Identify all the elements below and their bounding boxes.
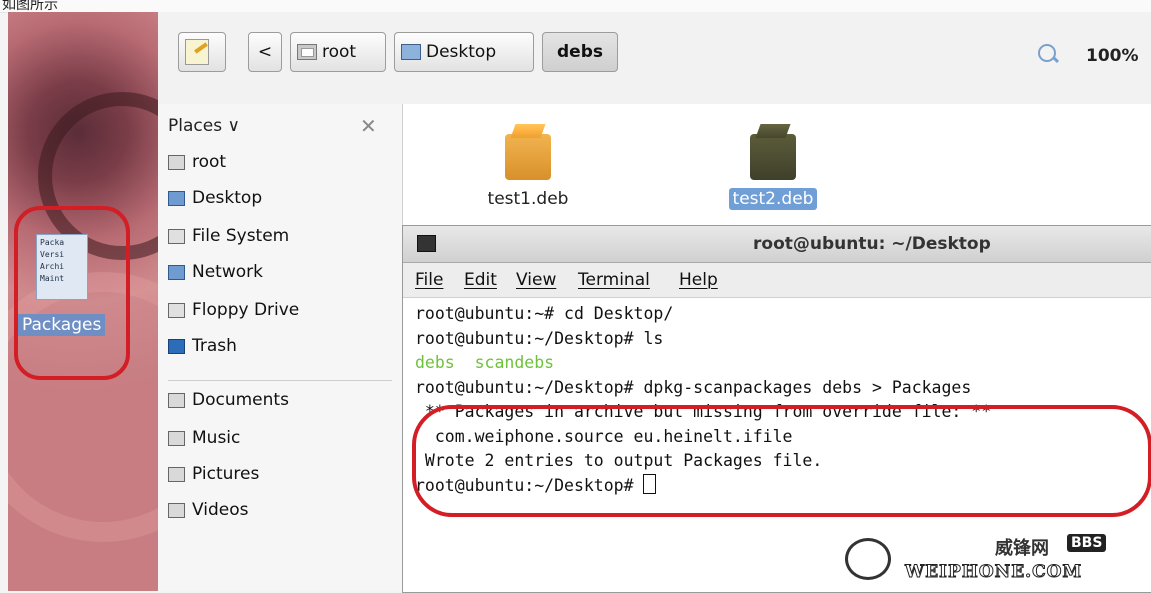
- breadcrumb-root[interactable]: root: [290, 32, 386, 72]
- sidebar-item-videos[interactable]: Videos: [168, 500, 249, 520]
- places-header[interactable]: Places ∨: [168, 116, 240, 136]
- sidebar-item-documents[interactable]: Documents: [168, 390, 289, 410]
- menu-terminal[interactable]: Terminal: [578, 270, 650, 290]
- watermark-bbs: BBS: [1067, 534, 1107, 552]
- terminal-titlebar[interactable]: root@ubuntu: ~/Desktop: [403, 226, 1151, 263]
- sidebar-item-file-system[interactable]: File System: [168, 226, 289, 246]
- menu-view[interactable]: View: [516, 270, 556, 290]
- sidebar-item-desktop[interactable]: Desktop: [168, 188, 262, 208]
- terminal-line: root@ubuntu:~/Desktop# dpkg-scanpackages…: [415, 377, 972, 397]
- terminal-menubar: File Edit View Terminal Help: [403, 263, 1151, 298]
- zoom-level[interactable]: 100%: [1086, 46, 1139, 66]
- sidebar-item-label: Network: [192, 262, 263, 282]
- folder-icon: [168, 430, 185, 446]
- edit-icon: [185, 39, 209, 65]
- location-toolbar: < root Desktop debs 100%: [158, 12, 1151, 105]
- sidebar-item-label: Floppy Drive: [192, 300, 300, 320]
- edit-location-button[interactable]: [178, 32, 226, 72]
- sidebar-item-music[interactable]: Music: [168, 428, 240, 448]
- weiphone-logo-icon: [845, 538, 891, 580]
- network-icon: [168, 264, 185, 280]
- sidebar-item-floppy-drive[interactable]: Floppy Drive: [168, 300, 299, 320]
- watermark-en: WEIPHONE.COM: [904, 562, 1083, 583]
- file-item-test1[interactable]: test1.deb: [473, 134, 583, 210]
- chevron-left-icon: <: [257, 42, 273, 62]
- folder-icon: [168, 502, 185, 518]
- terminal-line: debs scandebs: [415, 351, 991, 376]
- sidebar-item-label: Pictures: [192, 464, 260, 484]
- menu-edit[interactable]: Edit: [464, 270, 497, 290]
- sidebar-item-label: Desktop: [192, 188, 263, 208]
- desktop-icon: [401, 44, 421, 60]
- places-sidebar: Places ∨ ✕ root Desktop File System Netw…: [158, 104, 403, 591]
- desktop-icon: [168, 190, 185, 206]
- back-button[interactable]: <: [248, 32, 282, 72]
- trash-icon: [168, 338, 185, 354]
- file-item-test2[interactable]: test2.deb: [718, 134, 828, 210]
- sidebar-item-pictures[interactable]: Pictures: [168, 464, 259, 484]
- terminal-line: root@ubuntu:~/Desktop# ls: [415, 328, 664, 348]
- menu-file[interactable]: File: [415, 270, 443, 290]
- watermark: 威锋网 BBS WEIPHONE.COM: [845, 534, 1125, 586]
- terminal-title: root@ubuntu: ~/Desktop: [753, 234, 991, 254]
- watermark-cn: 威锋网: [995, 538, 1049, 559]
- chevron-down-icon: ∨: [227, 116, 240, 136]
- close-icon[interactable]: ✕: [360, 114, 377, 138]
- sidebar-item-label: Documents: [192, 390, 289, 410]
- sidebar-item-label: root: [192, 152, 227, 172]
- terminal-line: root@ubuntu:~# cd Desktop/: [415, 304, 674, 323]
- annotation-circle-output: [412, 405, 1151, 517]
- breadcrumb-label: debs: [557, 42, 603, 62]
- menu-help[interactable]: Help: [679, 270, 718, 290]
- deb-package-icon: [505, 134, 551, 180]
- sidebar-item-network[interactable]: Network: [168, 262, 263, 282]
- folder-home-icon: [168, 154, 185, 170]
- floppy-icon: [168, 302, 185, 318]
- sidebar-item-label: Trash: [192, 336, 237, 356]
- dir-entry: scandebs: [474, 353, 555, 372]
- sidebar-item-root[interactable]: root: [168, 152, 226, 172]
- deb-package-icon: [750, 134, 796, 180]
- annotation-circle-packages: [14, 206, 130, 380]
- terminal-icon: [417, 235, 436, 252]
- breadcrumb-label: Desktop: [426, 42, 497, 62]
- sidebar-item-label: Music: [192, 428, 241, 448]
- places-header-label: Places: [168, 116, 223, 136]
- sidebar-divider: [168, 380, 392, 381]
- dir-entry: debs: [415, 353, 455, 372]
- breadcrumb-debs[interactable]: debs: [542, 32, 618, 72]
- folder-icon: [168, 392, 185, 408]
- breadcrumb-desktop[interactable]: Desktop: [394, 32, 534, 72]
- sidebar-item-trash[interactable]: Trash: [168, 336, 237, 356]
- folder-icon: [168, 466, 185, 482]
- file-name-selected: test2.deb: [728, 188, 818, 210]
- sidebar-item-label: Videos: [192, 500, 249, 520]
- zoom-out-icon[interactable]: [1038, 44, 1056, 62]
- file-name: test1.deb: [487, 189, 569, 209]
- breadcrumb-label: root: [322, 42, 357, 62]
- folder-icon: [297, 44, 317, 60]
- drive-icon: [168, 228, 185, 244]
- sidebar-item-label: File System: [192, 226, 290, 246]
